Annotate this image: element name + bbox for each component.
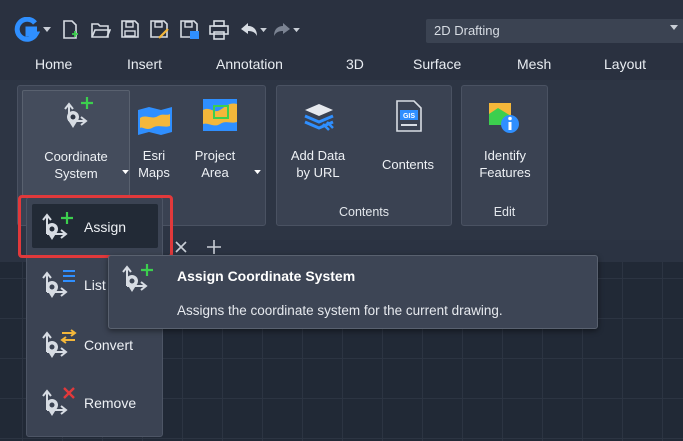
- workspace-label: 2D Drafting: [434, 23, 500, 38]
- save-as-icon[interactable]: [150, 20, 170, 40]
- tooltip-description: Assigns the coordinate system for the cu…: [177, 303, 503, 318]
- tab-surface[interactable]: Surface: [413, 56, 461, 72]
- identify-label-1: Identify: [484, 148, 526, 163]
- project-area-label-1: Project: [194, 148, 236, 163]
- menu-item-remove[interactable]: Remove: [32, 380, 158, 424]
- print-icon[interactable]: [209, 20, 229, 40]
- workspace-select[interactable]: 2D Drafting: [426, 19, 683, 43]
- save-icon[interactable]: [121, 20, 139, 38]
- chevron-down-icon: [670, 25, 678, 30]
- svg-text:GIS: GIS: [403, 113, 415, 120]
- panel-contents: Add Data by URL GIS Contents Contents: [276, 85, 452, 226]
- close-icon[interactable]: [174, 240, 188, 254]
- chevron-down-icon[interactable]: [122, 170, 129, 175]
- esri-maps-label-2: Maps: [138, 165, 170, 180]
- assign-highlight-box: [18, 195, 173, 258]
- esri-maps-icon: [138, 107, 172, 135]
- menu-label-convert: Convert: [84, 337, 134, 353]
- panel-title-contents: Contents: [338, 205, 390, 219]
- tab-layout[interactable]: Layout: [604, 56, 646, 72]
- project-area-icon: [203, 99, 237, 131]
- list-coordinate-icon: [42, 270, 75, 298]
- chevron-down-icon[interactable]: [260, 28, 267, 33]
- contents-button[interactable]: GIS Contents: [371, 90, 445, 196]
- tab-3d[interactable]: 3D: [346, 56, 364, 72]
- tooltip-title: Assign Coordinate System: [177, 268, 356, 284]
- tab-annotation[interactable]: Annotation: [216, 56, 283, 72]
- coordinate-system-icon: [64, 97, 93, 128]
- identify-features-icon: [489, 103, 519, 133]
- coordinate-system-label-1: Coordinate: [44, 149, 108, 164]
- coordinate-system-button[interactable]: Coordinate System: [22, 90, 130, 196]
- esri-maps-button[interactable]: Esri Maps: [134, 90, 174, 196]
- contents-button-label: Contents: [381, 157, 435, 172]
- esri-maps-label-1: Esri: [142, 148, 166, 163]
- chevron-down-icon[interactable]: [293, 28, 300, 33]
- quick-access-toolbar: 2D Drafting: [0, 0, 683, 50]
- tab-home[interactable]: Home: [35, 56, 72, 72]
- tab-mesh[interactable]: Mesh: [517, 56, 551, 72]
- project-area-label-2: Area: [201, 165, 229, 180]
- add-data-by-url-button[interactable]: Add Data by URL: [281, 90, 355, 196]
- chevron-down-icon[interactable]: [43, 27, 51, 33]
- convert-coordinate-icon: [42, 329, 77, 358]
- panel-edit: Identify Features Edit: [461, 85, 548, 226]
- tooltip: Assign Coordinate System Assigns the coo…: [108, 255, 598, 329]
- panel-title-edit: Edit: [493, 205, 516, 219]
- undo-icon[interactable]: [240, 22, 258, 38]
- identify-label-2: Features: [479, 165, 531, 180]
- add-data-label-2: by URL: [296, 165, 340, 180]
- app-logo-icon[interactable]: [14, 17, 40, 43]
- gis-contents-icon: GIS: [396, 100, 422, 132]
- menu-label-list: List: [84, 277, 106, 293]
- remove-coordinate-icon: [42, 387, 75, 416]
- add-data-label-1: Add Data: [290, 148, 346, 163]
- ribbon-tab-bar: Home Insert Annotation 3D Surface Mesh L…: [0, 50, 683, 80]
- add-data-url-icon: [304, 104, 334, 131]
- chevron-down-icon[interactable]: [254, 170, 261, 175]
- open-icon[interactable]: [91, 21, 111, 39]
- save-to-web-icon[interactable]: [180, 20, 200, 40]
- coordinate-system-label-2: System: [54, 166, 98, 181]
- identify-features-button[interactable]: Identify Features: [466, 90, 544, 196]
- menu-label-remove: Remove: [84, 395, 137, 411]
- add-tab-icon[interactable]: [206, 239, 222, 255]
- tab-insert[interactable]: Insert: [127, 56, 162, 72]
- project-area-button[interactable]: Project Area: [180, 90, 250, 196]
- redo-icon[interactable]: [273, 22, 291, 38]
- assign-coordinate-icon: [122, 264, 153, 292]
- new-file-icon[interactable]: [62, 20, 78, 40]
